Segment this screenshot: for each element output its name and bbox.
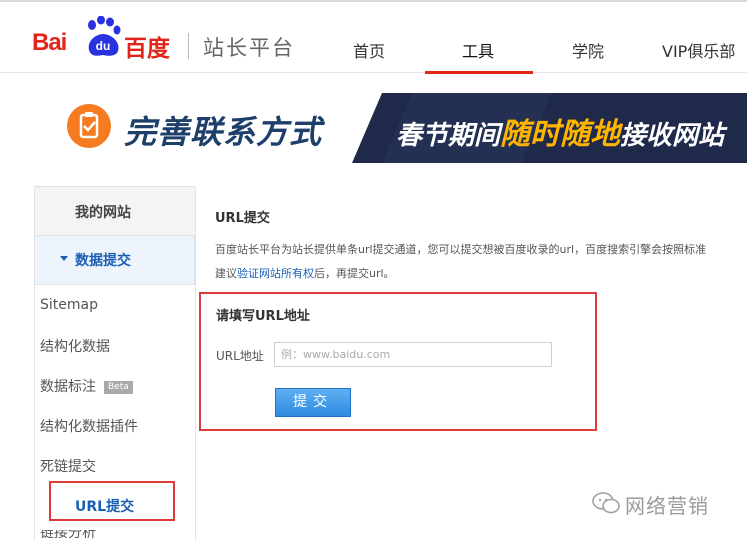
form-title: 请填写URL地址 <box>216 309 310 324</box>
sidebar-item-structured-plugin[interactable]: 结构化数据插件 <box>40 416 138 436</box>
beta-badge: Beta <box>104 381 133 394</box>
watermark-text: 网络营销 <box>625 494 709 518</box>
sidebar-item-label: 数据标注 <box>40 379 96 395</box>
sidebar-title: 我的网站 <box>35 187 195 236</box>
wechat-icon <box>592 492 620 514</box>
banner-right-text: 春节期间随时随地接收网站 <box>396 117 725 152</box>
verify-ownership-link[interactable]: 验证网站所有权 <box>237 267 314 280</box>
active-nav-indicator <box>425 71 533 74</box>
url-input[interactable] <box>274 342 552 367</box>
sidebar-title-label: 我的网站 <box>75 205 131 221</box>
nav-academy[interactable]: 学院 <box>572 38 604 62</box>
url-label: URL地址 <box>216 349 264 363</box>
logo-cn-text: 百度 <box>124 36 170 62</box>
nav-tools[interactable]: 工具 <box>462 38 494 62</box>
desc-line-2: 建议验证网站所有权后，再提交url。 <box>215 267 395 280</box>
paw-icon: du <box>88 16 121 56</box>
logo-text: Bai <box>32 29 67 56</box>
nav-vip-club[interactable]: VIP俱乐部 <box>662 38 735 62</box>
sidebar-item-sitemap[interactable]: Sitemap <box>40 297 98 313</box>
sidebar-item-cut[interactable]: 链接分析 <box>40 530 100 539</box>
nav-home[interactable]: 首页 <box>353 38 385 62</box>
sidebar-item-structured-data[interactable]: 结构化数据 <box>40 336 110 356</box>
page-description: 百度站长平台为站长提供单条url提交通道，您可以提交想被百度收录的url，百度搜… <box>215 238 747 286</box>
sidebar-group-data-submit[interactable]: 数据提交 <box>35 236 195 285</box>
caret-down-icon <box>60 256 68 261</box>
site-title: 站长平台 <box>203 36 295 60</box>
clipboard-check-icon <box>67 104 111 148</box>
promo-banner[interactable]: 完善联系方式 春节期间随时随地接收网站 <box>0 93 747 163</box>
page-title: URL提交 <box>215 211 270 226</box>
submit-button[interactable]: 提交 <box>275 388 351 417</box>
highlight-box-sidebar <box>49 481 175 521</box>
sidebar-group-label: 数据提交 <box>75 253 131 269</box>
banner-left-text: 完善联系方式 <box>124 113 323 151</box>
desc-line-1: 百度站长平台为站长提供单条url提交通道，您可以提交想被百度收录的url，百度搜… <box>215 243 707 256</box>
logo-badge: du <box>96 39 111 53</box>
sidebar-item-data-annotation[interactable]: 数据标注 Beta <box>40 376 133 396</box>
sidebar-item-dead-link[interactable]: 死链提交 <box>40 456 96 476</box>
header: Bai du 百度 站长平台 首页 工具 学院 VIP俱乐部 <box>0 2 747 74</box>
header-divider <box>188 33 189 59</box>
